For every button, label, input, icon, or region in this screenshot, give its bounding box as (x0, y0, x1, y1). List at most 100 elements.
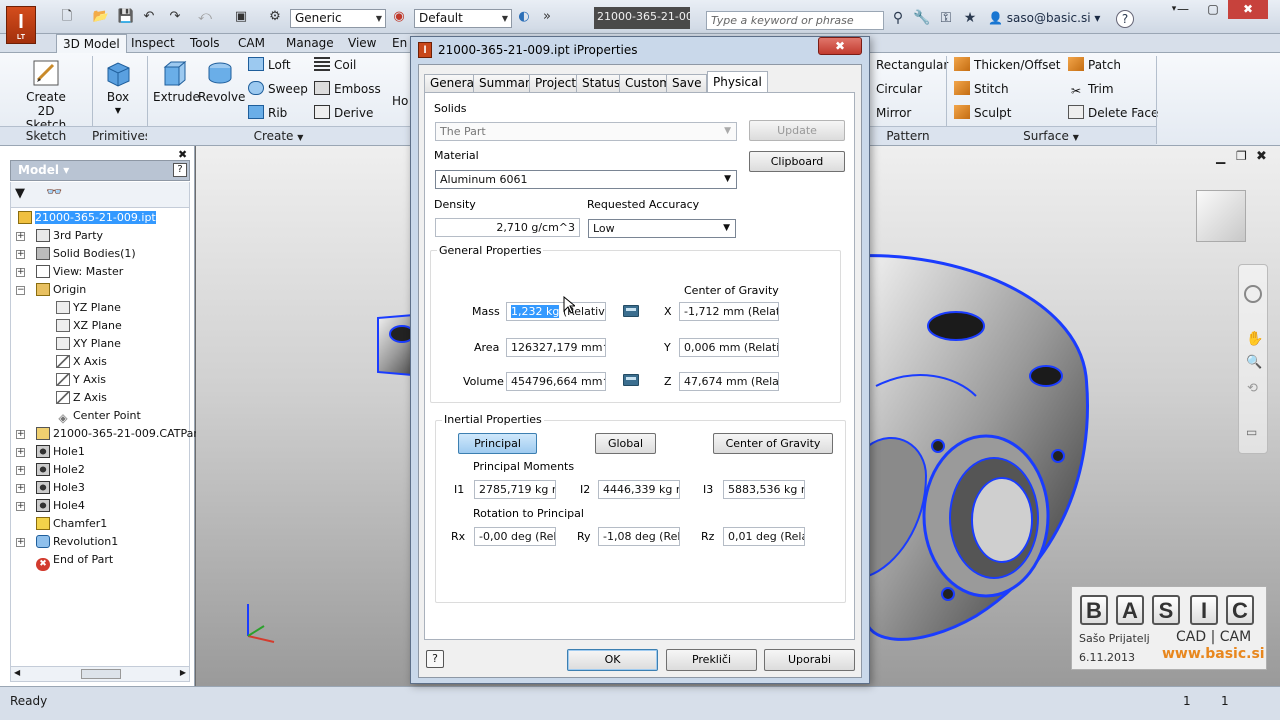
tab-manage[interactable]: Manage (280, 34, 340, 53)
open-icon[interactable]: 📂 (92, 9, 110, 25)
trim-button[interactable]: ✂ Trim (1068, 79, 1114, 99)
solids-dropdown[interactable]: The Part ▼ (435, 122, 737, 141)
calculator-icon[interactable] (623, 305, 639, 317)
app-logo-button[interactable]: I LT (6, 6, 36, 44)
search-input[interactable]: Type a keyword or phrase (706, 11, 884, 30)
maximize-button[interactable]: ▢ (1198, 0, 1228, 19)
rx-field[interactable]: -0,00 deg (Rela (474, 527, 556, 546)
tools-icon[interactable]: 🔧 (912, 10, 932, 28)
tab-physical[interactable]: Physical (707, 71, 768, 93)
i3-field[interactable]: 5883,536 kg mm (723, 480, 805, 499)
tree-item-hole3[interactable]: Hole3 (36, 479, 85, 497)
viewport-minimize-icon[interactable]: ▁ (1216, 150, 1225, 164)
cog-y-field[interactable]: 0,006 mm (Relative (679, 338, 779, 357)
tree-item-end-of-part[interactable]: ✖ End of Part (36, 551, 113, 571)
cog-z-field[interactable]: 47,674 mm (Relative (679, 372, 779, 391)
emboss-button[interactable]: Emboss (314, 79, 381, 99)
style-combo[interactable]: Generic ▼ (290, 9, 386, 28)
expand-icon[interactable]: + (16, 538, 25, 547)
thicken-offset-button[interactable]: Thicken/Offset (954, 55, 1060, 75)
select-icon[interactable]: ▣ (232, 9, 250, 25)
close-button[interactable]: ✖ (1228, 0, 1268, 19)
filter-icon[interactable]: ▼ (15, 186, 25, 201)
return-icon[interactable]: ⤺ (196, 9, 214, 25)
apply-button[interactable]: Uporabi (764, 649, 855, 671)
tab-save[interactable]: Save (666, 74, 708, 93)
collapse-icon[interactable]: − (16, 286, 25, 295)
sculpt-button[interactable]: Sculpt (954, 103, 1011, 123)
ok-button[interactable]: OK (567, 649, 658, 671)
orbit-icon[interactable]: ⟲ (1247, 381, 1258, 396)
revolve-button[interactable]: Revolve (198, 58, 245, 104)
pan-icon[interactable]: ✋ (1246, 331, 1263, 347)
box-button[interactable]: Box ▼ (98, 58, 138, 118)
help-icon[interactable]: ? (1116, 10, 1134, 28)
coil-button[interactable]: Coil (314, 55, 356, 75)
sweep-button[interactable]: Sweep (248, 79, 308, 99)
tree-item-3rd-party[interactable]: 3rd Party (36, 227, 103, 245)
undo-icon[interactable]: ↶ (140, 9, 158, 25)
tree-item-hole1[interactable]: Hole1 (36, 443, 85, 461)
hole-button[interactable]: Ho (392, 91, 408, 111)
color-icon[interactable]: ◉ (390, 9, 408, 25)
star-icon[interactable]: ★ (960, 10, 980, 28)
patch-button[interactable]: Patch (1068, 55, 1121, 75)
delete-face-button[interactable]: Delete Face (1068, 103, 1158, 123)
expand-icon[interactable]: + (16, 430, 25, 439)
new-file-icon[interactable]: 🗋 (58, 9, 76, 25)
area-field[interactable]: 126327,179 mm^2 (506, 338, 606, 357)
stitch-button[interactable]: Stitch (954, 79, 1009, 99)
tree-item-origin[interactable]: Origin (36, 281, 86, 299)
tree-item-yz-plane[interactable]: YZ Plane (56, 299, 121, 317)
tree-item-view-master[interactable]: View: Master (36, 263, 123, 281)
more-icon[interactable]: » (538, 9, 556, 25)
look-at-icon[interactable]: ▭ (1246, 425, 1257, 439)
density-field[interactable]: 2,710 g/cm^3 (435, 218, 580, 237)
panel-create[interactable]: Create ▼ (147, 126, 410, 145)
material-dropdown[interactable]: Aluminum 6061 ▼ (435, 170, 737, 189)
tree-item-x-axis[interactable]: X Axis (56, 353, 107, 371)
expand-icon[interactable]: + (16, 232, 25, 241)
update-icon[interactable]: ⚙ (266, 9, 284, 25)
expand-icon[interactable]: + (16, 484, 25, 493)
browser-horizontal-scrollbar[interactable]: ◀ ▶ (10, 666, 190, 682)
extrude-button[interactable]: Extrude (153, 58, 200, 104)
loft-button[interactable]: Loft (248, 55, 291, 75)
user-account[interactable]: 👤 saso@basic.si ▾ (988, 11, 1100, 25)
create-2d-sketch-button[interactable]: Create 2D Sketch (16, 58, 76, 132)
expand-icon[interactable]: + (16, 268, 25, 277)
tab-cam[interactable]: CAM (232, 34, 271, 53)
view-cube[interactable] (1196, 190, 1246, 242)
circular-pattern-button[interactable]: Circular (876, 79, 922, 99)
ry-field[interactable]: -1,08 deg (Rela (598, 527, 680, 546)
tree-item-solid-bodies[interactable]: Solid Bodies(1) (36, 245, 136, 263)
tree-item-part[interactable]: 21000-365-21-009.ipt (18, 209, 156, 227)
panel-surface[interactable]: Surface ▼ (946, 126, 1156, 145)
browser-help-icon[interactable]: ? (173, 163, 187, 177)
steering-wheel-icon[interactable] (1244, 285, 1262, 303)
minimize-button[interactable]: — (1168, 0, 1198, 19)
binoculars-icon[interactable]: ⚲ (888, 10, 908, 28)
global-button[interactable]: Global (595, 433, 656, 454)
i1-field[interactable]: 2785,719 kg mm (474, 480, 556, 499)
tab-project[interactable]: Project (529, 74, 583, 93)
rectangular-pattern-button[interactable]: Rectangular (876, 55, 948, 75)
principal-button[interactable]: Principal (458, 433, 537, 454)
tree-item-z-axis[interactable]: Z Axis (56, 389, 107, 407)
i2-field[interactable]: 4446,339 kg mm (598, 480, 680, 499)
tree-item-hole2[interactable]: Hole2 (36, 461, 85, 479)
mirror-button[interactable]: Mirror (876, 103, 911, 123)
browser-title[interactable]: Model ▾ (18, 163, 69, 177)
expand-icon[interactable]: + (16, 448, 25, 457)
zoom-icon[interactable]: 🔍 (1246, 355, 1262, 370)
tree-item-y-axis[interactable]: Y Axis (56, 371, 106, 389)
accuracy-dropdown[interactable]: Low ▼ (588, 219, 736, 238)
tree-item-catpart[interactable]: 21000-365-21-009.CATPart (36, 425, 202, 443)
volume-field[interactable]: 454796,664 mm^3 (506, 372, 606, 391)
appearance-icon[interactable]: ◐ (515, 9, 533, 25)
binoculars-icon[interactable]: 👓 (46, 185, 62, 200)
expand-icon[interactable]: + (16, 502, 25, 511)
save-icon[interactable]: 💾 (117, 9, 135, 25)
key-icon[interactable]: ⚿ (936, 10, 956, 28)
dialog-close-button[interactable]: ✖ (818, 37, 862, 55)
